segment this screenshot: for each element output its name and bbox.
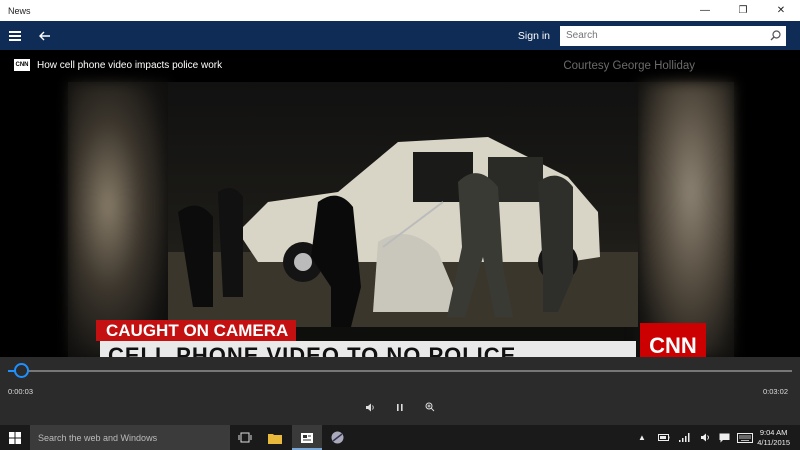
total-duration: 0:03:02 [762,387,788,396]
app-header: Sign in [0,21,800,50]
search-input[interactable] [560,30,764,41]
cnn-logo: CNN [640,323,706,357]
chyron-label: CAUGHT ON CAMERA [96,320,297,341]
chyron-headline: CELL PHONE VIDEO TO NO POLICE [108,343,517,357]
touch-keyboard-icon[interactable] [736,425,754,450]
media-app-icon[interactable] [329,430,345,445]
search-icon[interactable] [764,30,786,41]
file-explorer-icon[interactable] [267,430,283,445]
courtesy-credit: Courtesy George Holliday [563,60,695,72]
news-app-icon[interactable] [299,430,315,445]
wifi-signal-icon[interactable] [677,425,691,450]
cnn-source-badge: CNN [14,59,30,71]
taskbar-search-box[interactable]: Search the web and Windows [30,425,230,450]
player-controls: 0:00:03 0:03:02 [0,357,800,425]
chyron-headline-bar: CELL PHONE VIDEO TO NO POLICE [100,341,636,357]
video-title-bar: CNN How cell phone video impacts police … [14,59,222,71]
action-center-icon[interactable] [717,425,731,450]
taskbar-search-placeholder: Search the web and Windows [38,432,158,443]
seek-thumb[interactable] [14,363,29,378]
seek-track[interactable] [8,370,792,372]
volume-tray-icon[interactable] [698,425,712,450]
news-chyron: CAUGHT ON CAMERA CELL PHONE VIDEO TO NO … [96,320,706,357]
volume-icon[interactable] [363,400,377,414]
search-box[interactable] [560,25,786,46]
video-title: How cell phone video impacts police work [37,59,223,71]
close-button[interactable]: ✕ [762,0,800,21]
blurred-side-right [638,82,734,357]
window-title: News [8,5,31,16]
windows-start-icon[interactable] [0,425,30,450]
clock-time: 9:04 AM [759,428,788,437]
minimize-button[interactable]: — [686,0,724,21]
taskbar-clock[interactable]: 9:04 AM 4/11/2015 [757,428,790,448]
back-arrow-icon[interactable] [30,21,60,50]
video-player[interactable]: CNN How cell phone video impacts police … [0,50,800,357]
blurred-side-left [68,82,168,357]
window-titlebar: News — ❐ ✕ [0,0,800,21]
battery-icon[interactable] [656,425,672,450]
clock-date: 4/11/2015 [757,438,790,447]
video-scene-image [168,82,638,327]
maximize-button[interactable]: ❐ [724,0,762,21]
hamburger-menu-icon[interactable] [0,21,30,50]
windows-taskbar: Search the web and Windows ▲ 9:04 AM 4/1… [0,425,800,450]
task-view-icon[interactable] [237,430,253,445]
sign-in-link[interactable]: Sign in [518,30,550,42]
zoom-icon[interactable] [423,400,437,414]
tray-chevron-up-icon[interactable]: ▲ [636,425,648,450]
pause-icon[interactable] [393,400,407,414]
elapsed-time: 0:00:03 [8,387,34,396]
